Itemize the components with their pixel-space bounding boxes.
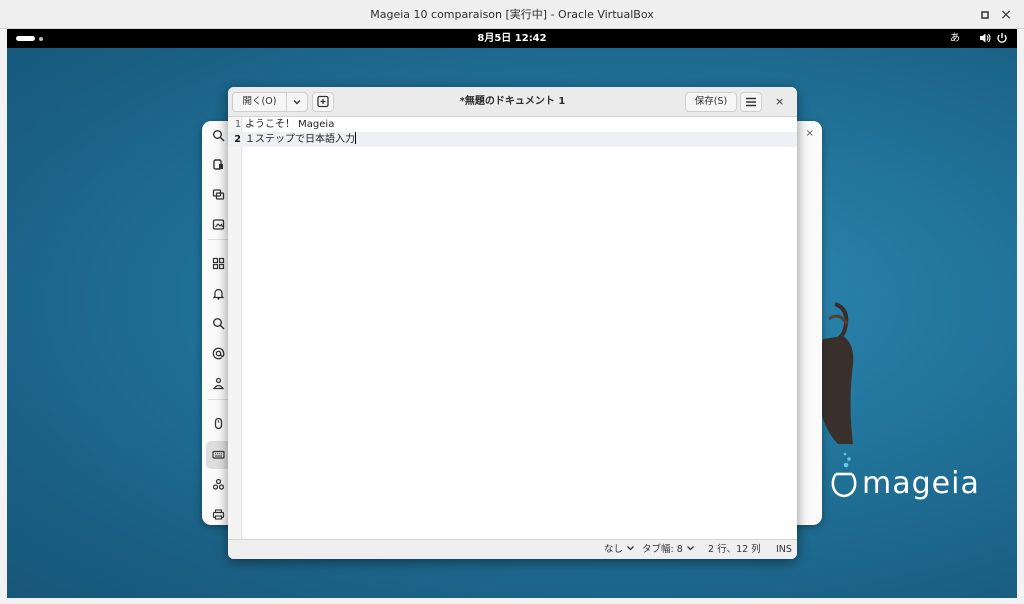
chevron-down-icon — [293, 100, 301, 105]
vbox-close-button[interactable]: × — [999, 8, 1013, 22]
highlight-mode-label: なし — [604, 544, 624, 555]
search-settings-icon[interactable] — [212, 317, 225, 330]
mageia-cauldron-icon — [831, 472, 857, 498]
online-accounts-icon[interactable] — [212, 347, 225, 360]
settings-close-button[interactable]: × — [806, 128, 814, 139]
text-cursor — [355, 132, 356, 144]
chevron-down-icon — [627, 546, 635, 551]
mageia-bubbles-icon — [843, 452, 851, 468]
guest-desktop: 8月5日 12:42 あ × mageia *無題のドキュメント 1 開く(O)… — [7, 29, 1017, 598]
new-tab-button[interactable] — [312, 92, 334, 112]
virtualbox-window-title: Mageia 10 comparaison [実行中] - Oracle Vir… — [370, 8, 654, 21]
gnome-top-bar: 8月5日 12:42 あ — [7, 29, 1017, 48]
line-text[interactable]: １ステップで日本語入力 — [245, 134, 355, 145]
background-icon[interactable] — [212, 218, 225, 231]
chevron-down-icon — [686, 546, 694, 551]
main-menu-button[interactable] — [740, 92, 762, 112]
apps-icon[interactable] — [212, 257, 225, 270]
search-icon[interactable] — [212, 129, 225, 142]
power-icon[interactable] — [996, 32, 1008, 44]
close-window-button[interactable]: × — [775, 95, 784, 108]
displays-icon[interactable] — [212, 188, 225, 201]
volume-icon[interactable] — [979, 32, 991, 44]
open-dropdown-button[interactable] — [286, 92, 308, 112]
hamburger-menu-icon — [746, 97, 756, 107]
editor-status-bar: なし タブ幅: 8 2 行、12 列 INS — [228, 539, 797, 559]
printers-icon[interactable] — [212, 508, 225, 521]
line-text-with-cursor[interactable]: １ステップで日本語入力 — [245, 132, 356, 147]
line-number: 1 — [234, 119, 241, 130]
text-editor-window: *無題のドキュメント 1 開く(O) 保存(S) × 1 ようこそ！ Magei… — [228, 87, 797, 559]
text-editing-area[interactable]: 1 ようこそ！ Mageia 2 １ステップで日本語入力 — [228, 117, 797, 539]
save-button[interactable]: 保存(S) — [685, 92, 737, 112]
insert-mode-indicator: INS — [776, 544, 792, 555]
open-button[interactable]: 開く(O) — [232, 92, 287, 112]
text-line[interactable]: 1 ようこそ！ Mageia — [228, 117, 797, 132]
sidebar-divider — [208, 239, 228, 240]
sharing-icon[interactable] — [212, 377, 225, 390]
top-bar-clock[interactable]: 8月5日 12:42 — [7, 29, 1017, 48]
virtualbox-titlebar: Mageia 10 comparaison [実行中] - Oracle Vir… — [0, 0, 1024, 29]
accessibility-icon[interactable] — [212, 478, 225, 491]
tab-width-label: タブ幅: 8 — [642, 544, 683, 555]
notifications-icon[interactable] — [212, 287, 225, 300]
keyboard-icon[interactable] — [212, 448, 225, 461]
vbox-minimize-button[interactable] — [978, 8, 992, 22]
text-line-current[interactable]: 2 １ステップで日本語入力 — [228, 132, 797, 147]
new-document-icon — [317, 95, 329, 108]
cursor-position[interactable]: 2 行、12 列 — [708, 540, 761, 559]
restore-icon — [981, 11, 989, 19]
mouse-icon[interactable] — [212, 417, 225, 430]
highlight-mode-selector[interactable]: なし — [604, 540, 635, 559]
line-text[interactable]: ようこそ！ Mageia — [245, 117, 334, 132]
input-method-indicator[interactable]: あ — [950, 29, 960, 48]
line-number: 2 — [234, 134, 241, 145]
wifi-icon[interactable] — [212, 158, 225, 171]
tab-width-selector[interactable]: タブ幅: 8 — [642, 540, 695, 559]
mageia-wordmark: mageia — [862, 466, 980, 501]
line-number-gutter — [228, 117, 242, 539]
sidebar-divider — [208, 399, 228, 400]
editor-header-bar: *無題のドキュメント 1 開く(O) 保存(S) × — [228, 87, 797, 117]
